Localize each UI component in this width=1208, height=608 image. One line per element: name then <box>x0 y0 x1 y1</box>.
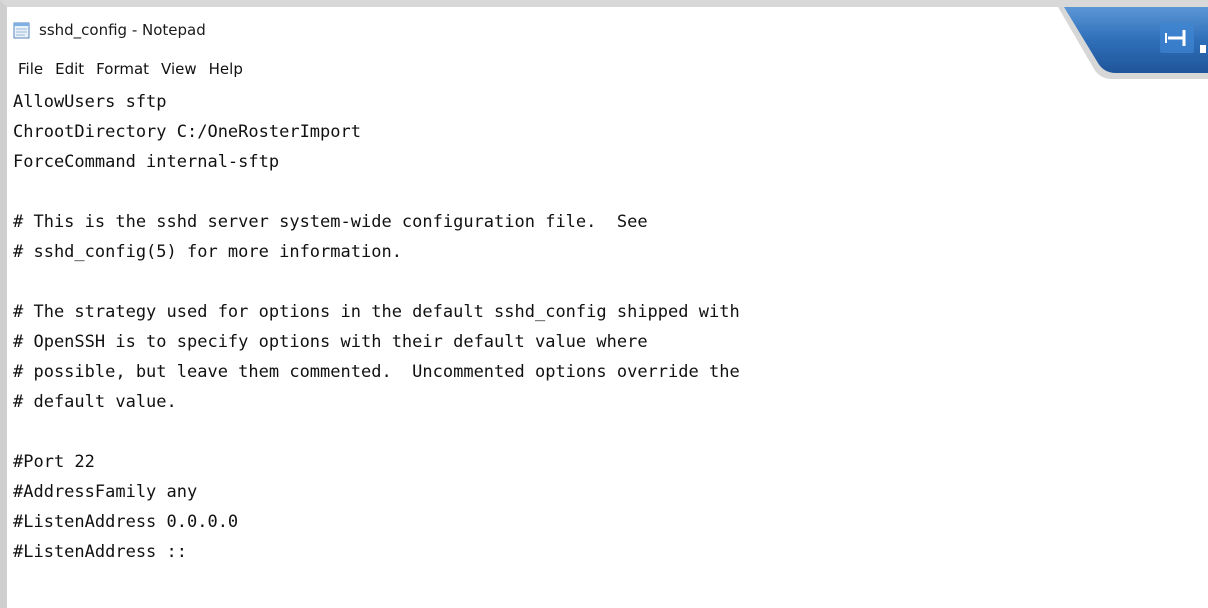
text-editor-area[interactable]: AllowUsers sftp ChrootDirectory C:/OneRo… <box>7 87 1208 608</box>
editor-line: # default value. <box>13 392 177 412</box>
notepad-icon <box>13 22 30 39</box>
editor-line: #ListenAddress 0.0.0.0 <box>13 512 239 532</box>
window-title: sshd_config - Notepad <box>39 21 206 39</box>
editor-line: # OpenSSH is to specify options with the… <box>13 332 648 352</box>
editor-line: AllowUsers sftp <box>13 92 167 112</box>
editor-line: # sshd_config(5) for more information. <box>13 242 402 262</box>
menu-help[interactable]: Help <box>203 58 249 80</box>
editor-line: # possible, but leave them commented. Un… <box>13 362 740 382</box>
taskbar-corner <box>1058 7 1208 79</box>
editor-line: #ListenAddress :: <box>13 542 187 562</box>
editor-line: #Port 22 <box>13 452 95 472</box>
editor-line: ChrootDirectory C:/OneRosterImport <box>13 122 361 142</box>
menu-format[interactable]: Format <box>90 58 155 80</box>
menu-view[interactable]: View <box>155 58 203 80</box>
editor-line: # The strategy used for options in the d… <box>13 302 740 322</box>
menu-edit[interactable]: Edit <box>49 58 90 80</box>
menu-file[interactable]: File <box>12 58 49 80</box>
editor-line: # This is the sshd server system-wide co… <box>13 212 648 232</box>
title-bar[interactable]: sshd_config - Notepad <box>7 7 1208 79</box>
pin-icon[interactable] <box>1160 23 1194 53</box>
notepad-window: sshd_config - Notepad File Edit Format V… <box>0 0 1208 608</box>
menu-bar: File Edit Format View Help <box>7 57 249 81</box>
editor-line: ForceCommand internal-sftp <box>13 152 280 172</box>
editor-line: #AddressFamily any <box>13 482 198 502</box>
